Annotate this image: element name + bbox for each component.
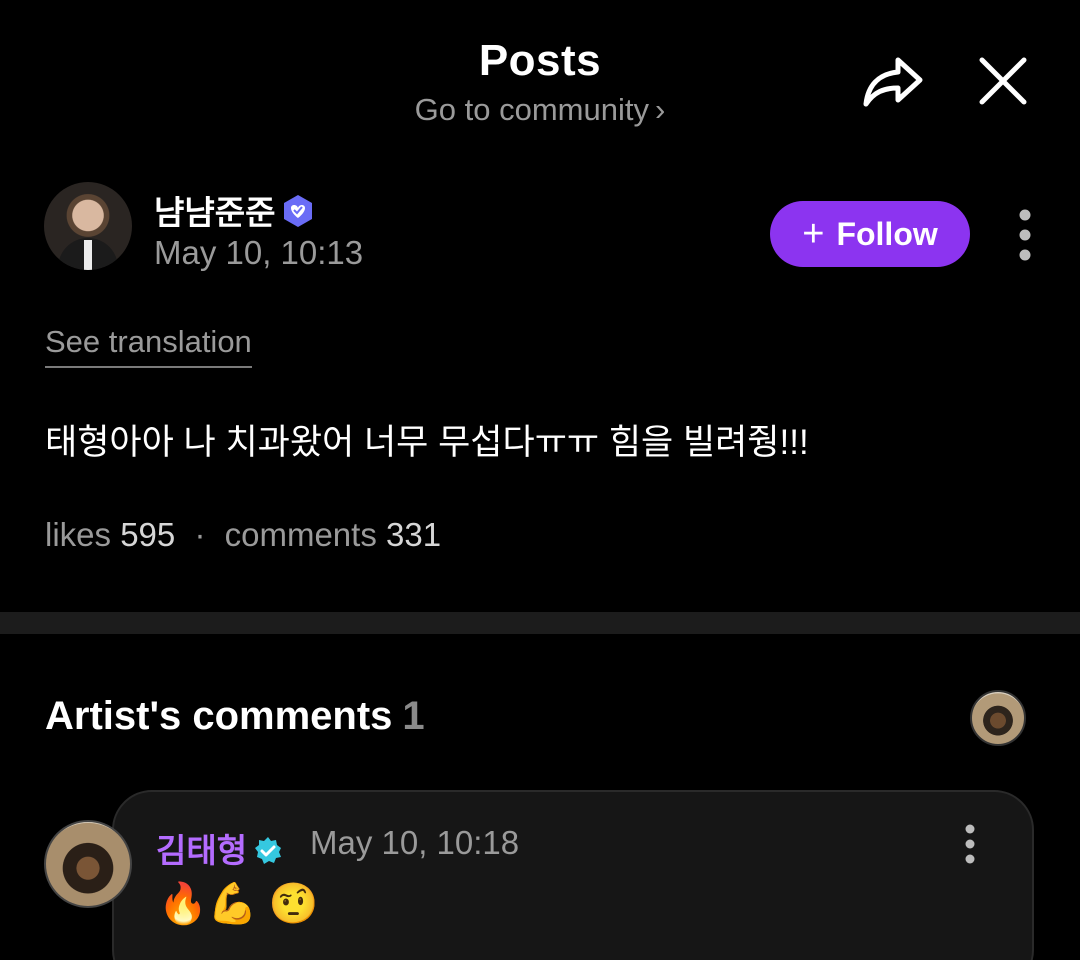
stats-separator: · (194, 516, 206, 553)
share-icon (863, 57, 923, 107)
comment-timestamp: May 10, 10:18 (310, 824, 520, 861)
likes-label: likes (45, 516, 112, 553)
go-to-community-label: Go to community (414, 92, 649, 127)
more-vertical-icon (1019, 209, 1031, 261)
commenter-avatar[interactable] (44, 820, 132, 908)
artist-comments-heading: Artist's comments 1 (45, 694, 425, 739)
chevron-right-icon: › (654, 92, 666, 127)
section-divider (0, 612, 1080, 634)
comment-more-button[interactable] (958, 824, 982, 864)
author-name-row[interactable]: 냠냠준준 (154, 186, 315, 234)
close-icon (979, 57, 1027, 105)
post-screen: Posts Go to community › 냠냠준준 May 10, 10:… (0, 0, 1080, 960)
verified-badge-icon (255, 837, 282, 864)
post-body: 태형아아 나 치과왔어 너무 무섭다ㅠㅠ 힘을 빌려줭!!! (45, 423, 809, 462)
author-name: 냠냠준준 (154, 194, 276, 231)
follow-button[interactable]: + Follow (770, 201, 970, 267)
verified-badge-icon (284, 195, 313, 227)
avatar-tie (84, 240, 92, 270)
artist-comments-count: 1 (402, 694, 425, 738)
comments-count: 331 (386, 516, 442, 553)
author-avatar[interactable] (44, 182, 132, 270)
more-vertical-icon (965, 824, 975, 864)
post-timestamp: May 10, 10:13 (154, 234, 364, 271)
close-button[interactable] (972, 50, 1034, 112)
artist-avatar-small[interactable] (970, 690, 1026, 746)
commenter-name: 김태형 (156, 832, 248, 869)
header: Posts Go to community › (0, 0, 1080, 150)
comment-text: 🔥💪 🤨 (158, 882, 319, 926)
see-translation-link[interactable]: See translation (45, 324, 252, 368)
comments-label: comments (224, 516, 377, 553)
follow-label: Follow (836, 215, 938, 252)
plus-icon: + (802, 213, 825, 255)
post-more-button[interactable] (1012, 208, 1038, 262)
commenter-name-row[interactable]: 김태형 (156, 824, 283, 872)
share-button[interactable] (858, 52, 928, 112)
likes-count: 595 (120, 516, 176, 553)
artist-comment-card[interactable] (112, 790, 1034, 960)
artist-comments-title: Artist's comments (45, 694, 393, 738)
post-stats: likes 595 · comments 331 (45, 516, 441, 554)
